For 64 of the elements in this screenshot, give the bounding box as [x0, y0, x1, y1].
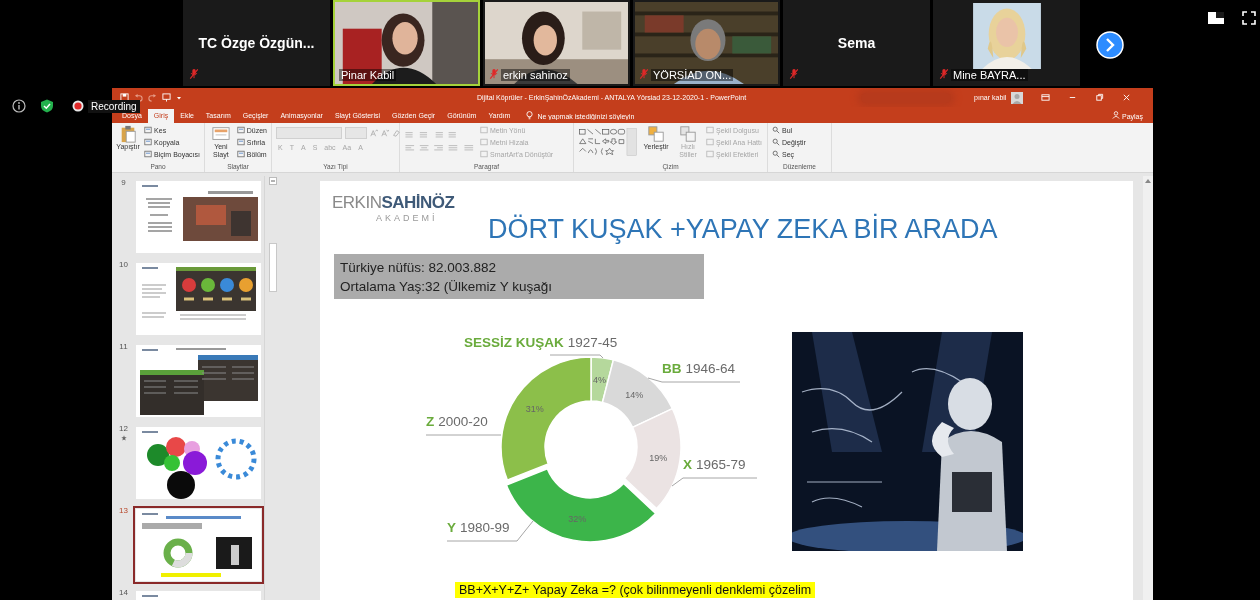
user-avatar-icon[interactable]: [1011, 91, 1024, 104]
panel-toggle-icon[interactable]: [268, 177, 277, 185]
recording-dot-icon: [72, 100, 84, 112]
command-icon: [144, 126, 153, 134]
value-label: 4%: [593, 374, 607, 385]
slide-number: 10: [119, 260, 128, 269]
fullscreen-icon[interactable]: [1242, 11, 1256, 25]
slide-number: 13: [119, 506, 128, 515]
command-icon: [144, 138, 153, 146]
ribbon-display-icon[interactable]: [1041, 93, 1051, 102]
save-icon[interactable]: [120, 93, 129, 102]
chart-label: BB 1946-64: [662, 361, 736, 376]
font-name-field[interactable]: [276, 127, 342, 139]
security-shield-icon[interactable]: [40, 99, 54, 113]
caret-icon[interactable]: [176, 94, 182, 101]
value-label: 14%: [625, 389, 644, 400]
slide-thumbnail[interactable]: [133, 506, 264, 584]
person-icon: [1112, 111, 1120, 119]
participant-name: YÖRSİAD ON...: [651, 69, 734, 81]
slide-title: DÖRT KUŞAK +YAPAY ZEKA BİR ARADA: [488, 214, 998, 245]
slideshow-icon[interactable]: [162, 93, 171, 102]
command-icon: [144, 150, 153, 158]
restore-icon[interactable]: [1095, 93, 1105, 102]
participant-name: Sema: [837, 35, 876, 51]
command-icon: [772, 150, 780, 158]
command-icon: [772, 138, 780, 146]
scrollbar-thumb[interactable]: [268, 243, 277, 292]
participant-name: TC Özge Özgün...: [198, 35, 315, 51]
font-size-field[interactable]: [345, 127, 367, 139]
chart-label: Z 2000-20: [426, 414, 488, 429]
logo-text: ERKIN: [332, 193, 382, 213]
info-text: Ortalama Yaş:32 (Ülkemiz Y kuşağı: [340, 277, 554, 296]
info-icon[interactable]: [12, 99, 26, 113]
slide-number: 12: [119, 424, 128, 433]
slide-number: 14: [119, 588, 128, 597]
recording-label: Recording: [88, 99, 140, 113]
undo-icon[interactable]: [134, 93, 143, 102]
logo-text: SAHİNÖZ: [381, 193, 455, 213]
command-icon: [772, 126, 780, 134]
next-page-button[interactable]: [1096, 31, 1124, 59]
chart-label: Y 1980-99: [447, 520, 510, 535]
chart-label: X 1965-79: [683, 457, 746, 472]
participant-name: erkin sahinoz: [501, 69, 570, 81]
participant-name: Pinar Kabil: [339, 69, 397, 81]
info-text: Türkiye nüfüs: 82.003.882: [340, 258, 498, 277]
highlighted-text: BB+X+Y+Z+ Yapay Zeka =? (çok bilinmeyenli denklemi çözelim: [455, 582, 816, 598]
slide-number: 11: [119, 342, 128, 351]
command-icon: [236, 150, 245, 158]
value-label: 19%: [649, 452, 668, 463]
leader-line: [549, 354, 604, 359]
lightbulb-icon: [526, 111, 534, 120]
participant-name: Mine BAYRA...: [951, 69, 1028, 81]
logo-subtitle: AKADEMİ: [376, 213, 439, 223]
view-layout-icon[interactable]: [1208, 11, 1224, 25]
value-label: 32%: [568, 513, 587, 524]
slide-number: 9: [121, 178, 126, 187]
command-icon: [236, 138, 245, 146]
scroll-up-icon[interactable]: [1144, 177, 1152, 185]
command-icon: [236, 126, 245, 134]
chart-label: SESSİZ KUŞAK 1927-45: [464, 335, 618, 350]
redo-icon[interactable]: [148, 93, 157, 102]
close-icon[interactable]: [1122, 93, 1132, 102]
value-label: 31%: [525, 403, 544, 414]
shapes-gallery[interactable]: [578, 125, 638, 159]
